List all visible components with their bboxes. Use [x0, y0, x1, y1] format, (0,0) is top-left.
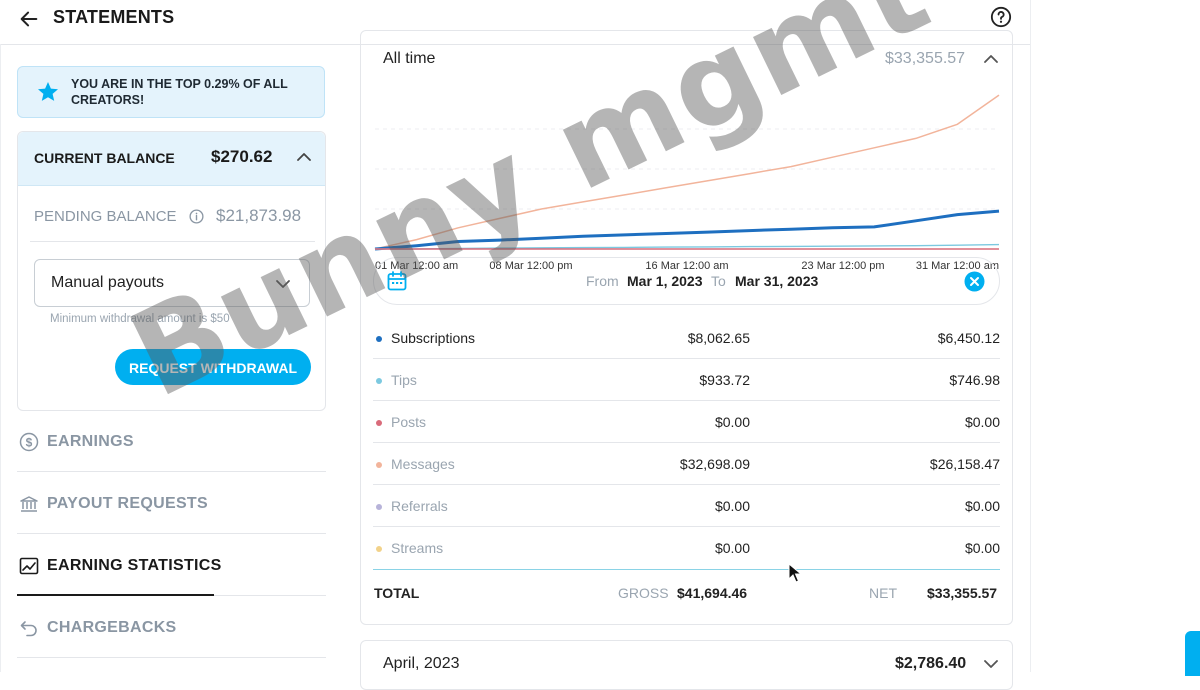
chart-line-icon	[19, 556, 39, 576]
row-gross: $8,062.65	[687, 330, 750, 346]
mouse-cursor-icon	[788, 562, 803, 583]
chat-button[interactable]	[1185, 631, 1200, 676]
row-gross: $0.00	[714, 414, 750, 430]
chevron-down-icon[interactable]	[984, 657, 998, 671]
nav-item-chargebacks[interactable]: CHARGEBACKS	[17, 598, 326, 658]
date-range-filter[interactable]: From Mar 1, 2023 To Mar 31, 2023	[373, 257, 1000, 305]
list-item: Referrals $0.00 $0.00	[373, 485, 1000, 527]
request-withdrawal-button[interactable]: REQUEST WITHDRAWAL	[115, 349, 311, 385]
list-item: Streams $0.00 $0.00	[373, 527, 1000, 569]
row-gross: $0.00	[714, 540, 750, 556]
row-name: Posts	[391, 414, 427, 430]
calendar-icon[interactable]	[386, 270, 408, 292]
to-date[interactable]: Mar 31, 2023	[735, 273, 818, 289]
right-border	[1030, 0, 1031, 672]
nav-label: EARNING STATISTICS	[47, 557, 222, 574]
row-net: $26,158.47	[929, 456, 1000, 472]
row-gross: $0.00	[714, 498, 750, 514]
left-border	[0, 44, 1, 672]
balance-card: CURRENT BALANCE $270.62 PENDING BALANCE …	[17, 131, 326, 411]
series-dot	[376, 504, 382, 510]
period-label: All time	[383, 50, 436, 67]
row-net: $0.00	[964, 414, 1000, 430]
undo-icon	[19, 618, 39, 638]
period-total: $2,786.40	[895, 655, 967, 672]
chevron-up-icon[interactable]	[984, 52, 998, 66]
all-time-statistics-card: All time $33,355.57 01 Mar 12:00 am 08 Ma…	[360, 30, 1013, 625]
chevron-up-icon[interactable]	[297, 150, 311, 164]
series-dot	[376, 546, 382, 552]
row-gross: $933.72	[699, 372, 750, 388]
april-statistics-card[interactable]: April, 2023 $2,786.40	[360, 640, 1013, 690]
divider	[30, 241, 315, 242]
list-item: Posts $0.00 $0.00	[373, 401, 1000, 443]
payout-mode-value: Manual payouts	[51, 274, 164, 291]
help-circle-icon[interactable]	[990, 6, 1012, 28]
to-label: To	[711, 273, 726, 289]
period-label: April, 2023	[383, 655, 460, 672]
nav-label: CHARGEBACKS	[47, 619, 177, 636]
row-net: $746.98	[949, 372, 1000, 388]
svg-text:$: $	[26, 436, 33, 450]
series-dot	[376, 336, 382, 342]
series-dot	[376, 462, 382, 468]
pending-balance-label: PENDING BALANCE	[34, 208, 177, 225]
from-label: From	[586, 273, 619, 289]
info-icon[interactable]	[189, 209, 204, 224]
dollar-circle-icon: $	[19, 432, 39, 452]
row-gross: $32,698.09	[679, 456, 750, 472]
gross-label: GROSS	[618, 585, 669, 601]
nav-item-earnings[interactable]: $ EARNINGS	[17, 412, 326, 472]
row-net: $0.00	[964, 498, 1000, 514]
series-line-subscriptions	[374, 209, 1000, 251]
row-name: Subscriptions	[391, 330, 476, 346]
series-dot	[376, 378, 382, 384]
row-name: Streams	[391, 540, 444, 556]
nav-item-earning-statistics[interactable]: EARNING STATISTICS	[17, 536, 326, 596]
net-total: $33,355.57	[927, 585, 998, 601]
star-icon	[36, 80, 60, 109]
current-balance-value: $270.62	[211, 147, 273, 166]
pending-balance-value: $21,873.98	[216, 206, 302, 225]
active-tab-indicator	[17, 594, 214, 596]
net-label: NET	[869, 585, 897, 601]
banner-text: YOU ARE IN THE TOP 0.29% OF ALL CREATORS…	[71, 77, 288, 107]
min-withdrawal-note: Minimum withdrawal amount is $50	[50, 313, 230, 325]
list-item: Tips $933.72 $746.98	[373, 359, 1000, 401]
row-name: Tips	[391, 372, 417, 388]
list-item: Subscriptions $8,062.65 $6,450.12	[373, 317, 1000, 359]
bank-icon	[19, 494, 39, 514]
from-date[interactable]: Mar 1, 2023	[627, 273, 703, 289]
total-label: TOTAL	[374, 585, 420, 601]
top-creator-banner: YOU ARE IN THE TOP 0.29% OF ALL CREATORS…	[17, 66, 325, 118]
current-balance-label: CURRENT BALANCE	[34, 150, 175, 166]
row-name: Messages	[391, 456, 455, 472]
clear-icon[interactable]	[964, 271, 985, 292]
row-net: $0.00	[964, 540, 1000, 556]
page-title: STATEMENTS	[53, 7, 175, 27]
row-name: Referrals	[391, 498, 448, 514]
row-net: $6,450.12	[937, 330, 1000, 346]
nav-item-payout-requests[interactable]: PAYOUT REQUESTS	[17, 474, 326, 534]
arrow-left-icon[interactable]	[18, 8, 42, 32]
gross-total: $41,694.46	[677, 585, 748, 601]
series-line-messages	[374, 94, 1000, 250]
total-divider	[373, 569, 1000, 570]
nav-label: PAYOUT REQUESTS	[47, 495, 208, 512]
payout-mode-select[interactable]: Manual payouts	[34, 259, 310, 307]
series-dot	[376, 420, 382, 426]
chevron-down-icon	[275, 276, 291, 292]
nav-label: EARNINGS	[47, 433, 134, 450]
list-item: Messages $32,698.09 $26,158.47	[373, 443, 1000, 485]
period-total: $33,355.57	[885, 50, 966, 67]
current-balance-header[interactable]: CURRENT BALANCE $270.62	[18, 132, 325, 186]
